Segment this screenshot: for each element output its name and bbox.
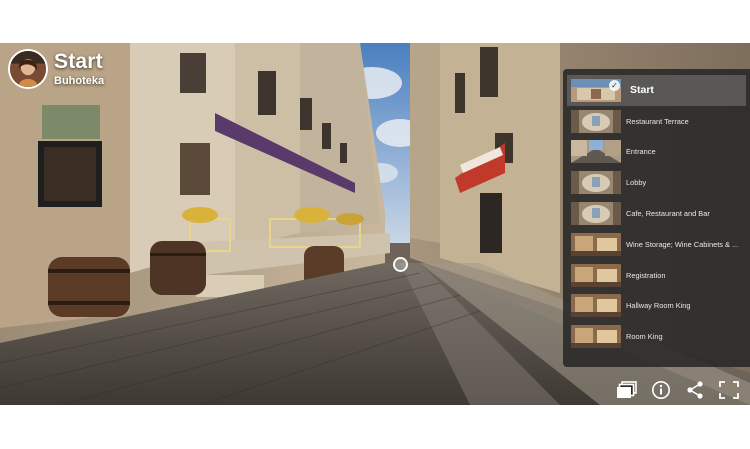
- playlist-item-label: Start: [630, 84, 654, 97]
- playlist-item[interactable]: Entrance: [563, 137, 750, 168]
- playlist-item[interactable]: Room King: [563, 321, 750, 352]
- panorama-viewer[interactable]: Start Buhoteka ✓ Start Restaurant Terrace E…: [0, 43, 750, 405]
- playlist-item-label: Cafe, Restaurant and Bar: [626, 209, 710, 219]
- playlist-thumbnail: [571, 294, 621, 318]
- info-icon: [652, 381, 670, 399]
- playlist-thumbnail: [571, 325, 621, 349]
- playlist-item-label: Hallway Room King: [626, 301, 691, 311]
- info-button[interactable]: [644, 378, 678, 402]
- playlist-item-label: Registration: [626, 270, 666, 280]
- share-icon: [687, 381, 703, 399]
- playlist-item-label: Room King: [626, 332, 663, 342]
- playlist-button[interactable]: [610, 378, 644, 402]
- checkmark-icon: ✓: [609, 79, 620, 91]
- tour-header: Start Buhoteka: [8, 49, 104, 89]
- tour-title: Start: [54, 49, 103, 73]
- playlist-item[interactable]: Restaurant Terrace: [563, 106, 750, 137]
- playlist-thumbnail: [571, 263, 621, 287]
- view-center-handle[interactable]: [393, 257, 408, 272]
- bottom-toolbar: [610, 378, 746, 402]
- playlist-thumbnail: [571, 202, 621, 226]
- playlist-item-label: Wine Storage; Wine Cabinets & ...: [626, 239, 739, 249]
- playlist-panel: ✓ Start Restaurant Terrace Entrance Lobby Caf…: [563, 69, 750, 367]
- playlist-item-label: Entrance: [626, 147, 656, 157]
- playlist-item[interactable]: ✓ Start: [567, 75, 746, 106]
- playlist-item-label: Restaurant Terrace: [626, 116, 689, 126]
- playlist-thumbnail: [571, 109, 621, 133]
- playlist-thumbnail: [571, 171, 621, 195]
- playlist-thumbnail: [571, 232, 621, 256]
- playlist: ✓ Start Restaurant Terrace Entrance Lobby Caf…: [563, 69, 750, 352]
- playlist-thumbnail: ✓: [571, 78, 621, 102]
- playlist-icon: [617, 381, 637, 398]
- playlist-item[interactable]: Lobby: [563, 167, 750, 198]
- avatar-image: [10, 51, 46, 87]
- tour-subtitle: Buhoteka: [54, 74, 105, 87]
- playlist-item[interactable]: Hallway Room King: [563, 291, 750, 322]
- playlist-item[interactable]: Cafe, Restaurant and Bar: [563, 198, 750, 229]
- playlist-thumbnail: [571, 140, 621, 164]
- fullscreen-button[interactable]: [712, 378, 746, 402]
- playlist-item-label: Lobby: [626, 178, 647, 188]
- fullscreen-icon: [719, 381, 739, 399]
- playlist-item[interactable]: Registration: [563, 260, 750, 291]
- avatar[interactable]: [8, 49, 48, 89]
- playlist-item[interactable]: Wine Storage; Wine Cabinets & ...: [563, 229, 750, 260]
- share-button[interactable]: [678, 378, 712, 402]
